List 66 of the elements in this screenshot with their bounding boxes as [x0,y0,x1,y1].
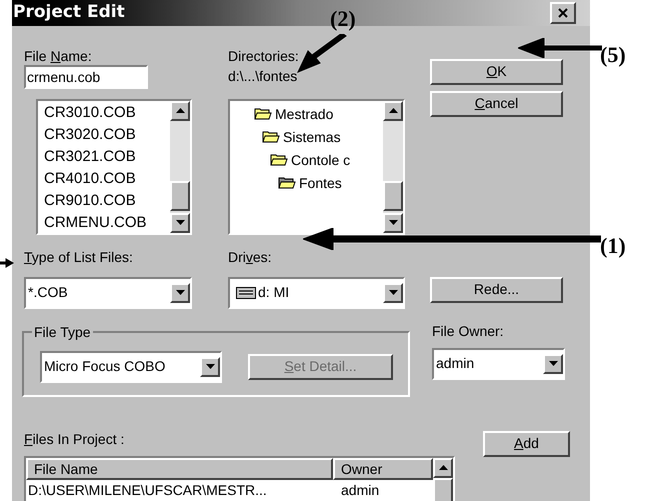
type-of-list-files-label: Type of List Files: [24,248,134,266]
annotation-label: (5) [600,41,626,69]
folder-icon [270,153,288,167]
close-button[interactable] [550,2,576,24]
dropdown-button[interactable] [170,282,190,302]
ok-button[interactable]: OK [430,58,563,84]
up-arrow-icon [388,108,398,113]
files-in-project-label: Files In Project : [24,430,126,449]
dropdown-button[interactable] [200,356,220,376]
dropdown-button[interactable] [383,282,403,302]
scroll-down-button[interactable] [383,212,403,232]
close-icon [558,8,568,18]
down-arrow-icon [176,220,184,225]
dropdown-button[interactable] [543,354,563,374]
file-name-label: File Name: [24,46,93,64]
down-arrow-icon [388,290,398,295]
annotation-label: (2) [330,5,356,33]
scrollbar[interactable] [170,100,190,232]
file-name-field[interactable]: crmenu.cob [24,64,148,88]
add-button[interactable]: Add [483,430,570,456]
file-owner-label: File Owner: [432,322,505,340]
directories-label: Directories: [228,46,300,64]
arrow [0,257,14,269]
folder-item[interactable]: Fontes [230,172,383,194]
file-list-item[interactable]: CRMENU.COB [44,212,170,234]
scroll-up-button[interactable] [170,100,190,120]
scroll-up-button[interactable] [433,458,453,478]
file-list-item[interactable]: CR9010.COB [44,190,170,212]
scroll-thumb[interactable] [170,180,190,210]
column-header[interactable]: Owner [333,458,433,480]
table-cell-text: admin [340,480,380,500]
rede-button[interactable]: Rede... [430,276,563,302]
folder-item[interactable]: Mestrado [230,102,383,126]
open-folder-icon [278,176,296,190]
drives-label: Drives: [228,248,273,266]
file-list-item[interactable]: CR3010.COB [44,102,170,124]
column-header[interactable]: File Name [26,458,333,480]
table-cell-text: D:\USER\MILENE\UFSCAR\MESTR... [27,480,268,500]
file-owner-dropdown[interactable]: admin [432,348,565,380]
up-arrow-icon [176,108,184,113]
arrow [296,34,348,74]
file-list-item[interactable]: CR3020.COB [44,124,170,146]
scroll-thumb[interactable] [383,180,403,210]
file-list-item[interactable]: CR3021.COB [44,146,170,168]
cancel-button[interactable]: Cancel [430,90,563,116]
file-list-item[interactable]: CR4010.COB [44,168,170,190]
folder-icon [254,107,272,121]
type-of-list-files-dropdown[interactable]: *.COB [24,276,192,308]
down-arrow-icon [548,361,558,366]
scrollbar[interactable] [383,100,403,232]
down-arrow-icon [176,290,184,295]
directory-path: d:\...\fontes [228,66,298,86]
file-type-dropdown[interactable]: Micro Focus COBO [40,350,222,382]
folder-item[interactable]: Contole c [230,148,383,172]
down-arrow-icon [206,364,214,369]
scroll-thumb[interactable] [433,478,453,501]
window-title: Project Edit [12,1,125,24]
folder-icon [262,130,280,144]
folder-item[interactable]: Sistemas [230,126,383,148]
drive-icon [236,286,256,298]
scroll-up-button[interactable] [383,100,403,120]
annotation-label: (1) [600,232,626,260]
down-arrow-icon [388,220,398,225]
drives-dropdown[interactable]: d: MI [228,276,405,308]
up-arrow-icon [438,465,448,470]
scroll-down-button[interactable] [170,212,190,232]
